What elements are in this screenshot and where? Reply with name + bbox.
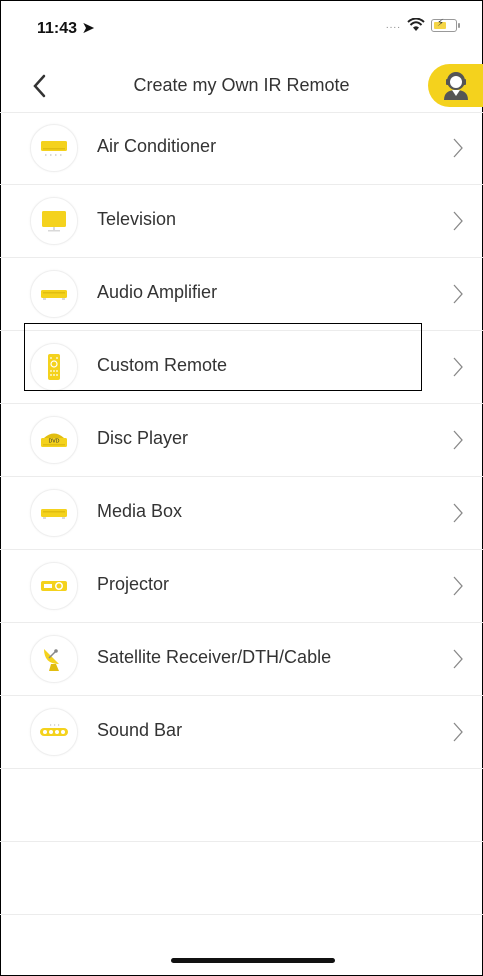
- chevron-right-icon: [453, 211, 463, 231]
- chevron-right-icon: [453, 649, 463, 669]
- chevron-right-icon: [453, 284, 463, 304]
- chevron-right-icon: [453, 503, 463, 523]
- list-item-label: Media Box: [97, 501, 183, 521]
- list-item-sound-bar[interactable]: Sound Bar: [0, 696, 483, 769]
- empty-row: [0, 769, 483, 842]
- list-item-label: Television: [97, 209, 177, 229]
- list-item-label: Satellite Receiver/DTH/Cable: [97, 647, 332, 667]
- list-item-label: Custom Remote: [97, 355, 228, 375]
- list-item-label: Projector: [97, 574, 170, 594]
- sound-bar-icon: [30, 708, 78, 756]
- list-item-label: Disc Player: [97, 428, 189, 448]
- list-item-television[interactable]: Television: [0, 185, 483, 258]
- list-item-satellite-receiver[interactable]: Satellite Receiver/DTH/Cable: [0, 623, 483, 696]
- list-item-label: Air Conditioner: [97, 136, 217, 156]
- audio-amplifier-icon: [30, 270, 78, 318]
- home-indicator[interactable]: [171, 958, 335, 963]
- chevron-right-icon: [453, 138, 463, 158]
- chevron-right-icon: [453, 576, 463, 596]
- empty-row: [0, 842, 483, 915]
- list-item-media-box[interactable]: Media Box: [0, 477, 483, 550]
- list-item-projector[interactable]: Projector: [0, 550, 483, 623]
- list-item-label: Audio Amplifier: [97, 282, 218, 302]
- custom-remote-icon: [30, 343, 78, 391]
- list-item-air-conditioner[interactable]: Air Conditioner: [0, 112, 483, 185]
- satellite-dish-icon: [30, 635, 78, 683]
- dvd-text: DVD: [48, 439, 59, 445]
- location-arrow-icon: ➤: [81, 20, 95, 37]
- chevron-right-icon: [453, 722, 463, 742]
- status-icons: .... ⚡: [385, 18, 460, 32]
- chevron-right-icon: [453, 430, 463, 450]
- device-list: Air Conditioner Television Audio Amplifi…: [0, 112, 483, 915]
- list-item-label: Sound Bar: [97, 720, 183, 740]
- support-button[interactable]: [428, 64, 483, 107]
- television-icon: [30, 197, 78, 245]
- disc-player-icon: DVD: [30, 416, 78, 464]
- list-item-disc-player[interactable]: DVD Disc Player: [0, 404, 483, 477]
- list-item-custom-remote[interactable]: Custom Remote: [0, 331, 483, 404]
- projector-icon: [30, 562, 78, 610]
- air-conditioner-icon: [30, 124, 78, 172]
- nav-header: Create my Own IR Remote: [0, 64, 483, 113]
- chevron-right-icon: [453, 357, 463, 377]
- list-item-audio-amplifier[interactable]: Audio Amplifier: [0, 258, 483, 331]
- media-box-icon: [30, 489, 78, 537]
- support-agent-icon: [444, 72, 468, 100]
- wifi-icon: [407, 18, 425, 31]
- status-bar: 11:43 ➤ .... ⚡: [0, 0, 483, 64]
- page-title: Create my Own IR Remote: [133, 75, 350, 95]
- signal-dots-icon: ....: [385, 19, 401, 31]
- battery-icon: ⚡: [431, 18, 460, 32]
- status-time: 11:43 ➤: [37, 20, 95, 37]
